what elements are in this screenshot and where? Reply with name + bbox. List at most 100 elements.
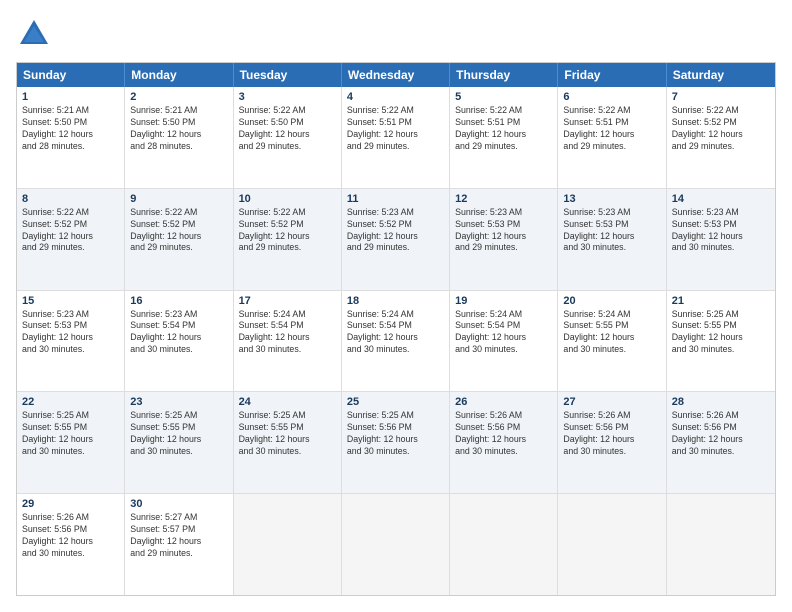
cell-info: Sunrise: 5:25 AM Sunset: 5:55 PM Dayligh… <box>672 309 770 357</box>
cell-info: Sunrise: 5:23 AM Sunset: 5:53 PM Dayligh… <box>22 309 119 357</box>
cell-week2-day4: 11 Sunrise: 5:23 AM Sunset: 5:52 PM Dayli… <box>342 189 450 290</box>
cell-week1-day1: 1 Sunrise: 5:21 AM Sunset: 5:50 PM Daylig… <box>17 87 125 188</box>
calendar-header: Sunday Monday Tuesday Wednesday Thursday… <box>17 63 775 87</box>
cell-week4-day3: 24Sunrise: 5:25 AM Sunset: 5:55 PM Dayli… <box>234 392 342 493</box>
cell-week4-day5: 26 Sunrise: 5:26 AM Sunset: 5:56 PM Dayli… <box>450 392 558 493</box>
day-number: 7 <box>672 91 770 103</box>
day-number: 15 <box>22 295 119 307</box>
day-number: 3 <box>239 91 336 103</box>
day-number: 23 <box>130 396 227 408</box>
cell-info: Sunrise: 5:27 AM Sunset: 5:57 PM Dayligh… <box>130 512 227 560</box>
cell-info: Sunrise: 5:26 AM Sunset: 5:56 PM Dayligh… <box>455 410 552 458</box>
cell-info: Sunrise: 5:26 AM Sunset: 5:56 PM Dayligh… <box>672 410 770 458</box>
cell-info: Sunrise: 5:26 AM Sunset: 5:56 PM Dayligh… <box>22 512 119 560</box>
cell-week2-day5: 12 Sunrise: 5:23 AM Sunset: 5:53 PM Dayli… <box>450 189 558 290</box>
day-number: 18 <box>347 295 444 307</box>
cell-info: Sunrise: 5:22 AM Sunset: 5:52 PM Dayligh… <box>239 207 336 255</box>
cell-week5-day1: 29 Sunrise: 5:26 AM Sunset: 5:56 PM Dayli… <box>17 494 125 595</box>
cell-info: Sunrise: 5:25 AM Sunset: 5:55 PM Dayligh… <box>22 410 119 458</box>
cell-week1-day2: 2Sunrise: 5:21 AM Sunset: 5:50 PM Daylig… <box>125 87 233 188</box>
week-4: 22 Sunrise: 5:25 AM Sunset: 5:55 PM Dayli… <box>17 392 775 494</box>
cell-week5-day2: 30 Sunrise: 5:27 AM Sunset: 5:57 PM Dayli… <box>125 494 233 595</box>
logo-icon <box>16 16 52 52</box>
week-1: 1 Sunrise: 5:21 AM Sunset: 5:50 PM Daylig… <box>17 87 775 189</box>
cell-week2-day3: 10 Sunrise: 5:22 AM Sunset: 5:52 PM Dayli… <box>234 189 342 290</box>
cell-week4-day7: 28Sunrise: 5:26 AM Sunset: 5:56 PM Dayli… <box>667 392 775 493</box>
day-number: 2 <box>130 91 227 103</box>
cell-week3-day4: 18Sunrise: 5:24 AM Sunset: 5:54 PM Dayli… <box>342 291 450 392</box>
cell-week3-day1: 15 Sunrise: 5:23 AM Sunset: 5:53 PM Dayli… <box>17 291 125 392</box>
cell-week4-day6: 27Sunrise: 5:26 AM Sunset: 5:56 PM Dayli… <box>558 392 666 493</box>
cell-info: Sunrise: 5:22 AM Sunset: 5:50 PM Dayligh… <box>239 105 336 153</box>
cell-info: Sunrise: 5:25 AM Sunset: 5:55 PM Dayligh… <box>130 410 227 458</box>
calendar: Sunday Monday Tuesday Wednesday Thursday… <box>16 62 776 596</box>
cell-info: Sunrise: 5:23 AM Sunset: 5:54 PM Dayligh… <box>130 309 227 357</box>
day-number: 11 <box>347 193 444 205</box>
cell-info: Sunrise: 5:25 AM Sunset: 5:55 PM Dayligh… <box>239 410 336 458</box>
week-5: 29 Sunrise: 5:26 AM Sunset: 5:56 PM Dayli… <box>17 494 775 595</box>
header-thursday: Thursday <box>450 63 558 87</box>
page: Sunday Monday Tuesday Wednesday Thursday… <box>0 0 792 612</box>
cell-week3-day5: 19 Sunrise: 5:24 AM Sunset: 5:54 PM Dayli… <box>450 291 558 392</box>
day-number: 10 <box>239 193 336 205</box>
cell-week3-day3: 17 Sunrise: 5:24 AM Sunset: 5:54 PM Dayli… <box>234 291 342 392</box>
cell-week1-day4: 4 Sunrise: 5:22 AM Sunset: 5:51 PM Daylig… <box>342 87 450 188</box>
cell-info: Sunrise: 5:23 AM Sunset: 5:53 PM Dayligh… <box>455 207 552 255</box>
cell-week3-day7: 21 Sunrise: 5:25 AM Sunset: 5:55 PM Dayli… <box>667 291 775 392</box>
header-sunday: Sunday <box>17 63 125 87</box>
day-number: 9 <box>130 193 227 205</box>
day-number: 30 <box>130 498 227 510</box>
cell-info: Sunrise: 5:22 AM Sunset: 5:51 PM Dayligh… <box>347 105 444 153</box>
cell-week5-day4 <box>342 494 450 595</box>
day-number: 16 <box>130 295 227 307</box>
cell-week2-day7: 14 Sunrise: 5:23 AM Sunset: 5:53 PM Dayli… <box>667 189 775 290</box>
header-monday: Monday <box>125 63 233 87</box>
header-saturday: Saturday <box>667 63 775 87</box>
cell-week2-day6: 13 Sunrise: 5:23 AM Sunset: 5:53 PM Dayli… <box>558 189 666 290</box>
cell-week5-day6 <box>558 494 666 595</box>
day-number: 13 <box>563 193 660 205</box>
cell-info: Sunrise: 5:22 AM Sunset: 5:52 PM Dayligh… <box>672 105 770 153</box>
day-number: 14 <box>672 193 770 205</box>
cell-week1-day6: 6Sunrise: 5:22 AM Sunset: 5:51 PM Daylig… <box>558 87 666 188</box>
cell-week4-day2: 23 Sunrise: 5:25 AM Sunset: 5:55 PM Dayli… <box>125 392 233 493</box>
cell-week4-day4: 25Sunrise: 5:25 AM Sunset: 5:56 PM Dayli… <box>342 392 450 493</box>
day-number: 27 <box>563 396 660 408</box>
header-friday: Friday <box>558 63 666 87</box>
cell-info: Sunrise: 5:24 AM Sunset: 5:55 PM Dayligh… <box>563 309 660 357</box>
header-tuesday: Tuesday <box>234 63 342 87</box>
cell-week3-day2: 16 Sunrise: 5:23 AM Sunset: 5:54 PM Dayli… <box>125 291 233 392</box>
day-number: 8 <box>22 193 119 205</box>
cell-week3-day6: 20Sunrise: 5:24 AM Sunset: 5:55 PM Dayli… <box>558 291 666 392</box>
cell-info: Sunrise: 5:25 AM Sunset: 5:56 PM Dayligh… <box>347 410 444 458</box>
header <box>16 16 776 52</box>
day-number: 4 <box>347 91 444 103</box>
day-number: 12 <box>455 193 552 205</box>
cell-info: Sunrise: 5:22 AM Sunset: 5:51 PM Dayligh… <box>563 105 660 153</box>
day-number: 5 <box>455 91 552 103</box>
day-number: 17 <box>239 295 336 307</box>
cell-info: Sunrise: 5:24 AM Sunset: 5:54 PM Dayligh… <box>455 309 552 357</box>
day-number: 29 <box>22 498 119 510</box>
cell-info: Sunrise: 5:23 AM Sunset: 5:53 PM Dayligh… <box>672 207 770 255</box>
cell-info: Sunrise: 5:23 AM Sunset: 5:52 PM Dayligh… <box>347 207 444 255</box>
week-2: 8 Sunrise: 5:22 AM Sunset: 5:52 PM Daylig… <box>17 189 775 291</box>
calendar-body: 1 Sunrise: 5:21 AM Sunset: 5:50 PM Daylig… <box>17 87 775 595</box>
cell-info: Sunrise: 5:22 AM Sunset: 5:51 PM Dayligh… <box>455 105 552 153</box>
day-number: 1 <box>22 91 119 103</box>
logo <box>16 16 58 52</box>
cell-info: Sunrise: 5:24 AM Sunset: 5:54 PM Dayligh… <box>239 309 336 357</box>
week-3: 15 Sunrise: 5:23 AM Sunset: 5:53 PM Dayli… <box>17 291 775 393</box>
cell-week4-day1: 22 Sunrise: 5:25 AM Sunset: 5:55 PM Dayli… <box>17 392 125 493</box>
day-number: 22 <box>22 396 119 408</box>
cell-week2-day2: 9 Sunrise: 5:22 AM Sunset: 5:52 PM Daylig… <box>125 189 233 290</box>
day-number: 19 <box>455 295 552 307</box>
cell-info: Sunrise: 5:21 AM Sunset: 5:50 PM Dayligh… <box>22 105 119 153</box>
cell-week2-day1: 8Sunrise: 5:22 AM Sunset: 5:52 PM Daylig… <box>17 189 125 290</box>
cell-info: Sunrise: 5:23 AM Sunset: 5:53 PM Dayligh… <box>563 207 660 255</box>
cell-week5-day3 <box>234 494 342 595</box>
cell-week5-day7 <box>667 494 775 595</box>
day-number: 26 <box>455 396 552 408</box>
day-number: 21 <box>672 295 770 307</box>
cell-info: Sunrise: 5:22 AM Sunset: 5:52 PM Dayligh… <box>130 207 227 255</box>
